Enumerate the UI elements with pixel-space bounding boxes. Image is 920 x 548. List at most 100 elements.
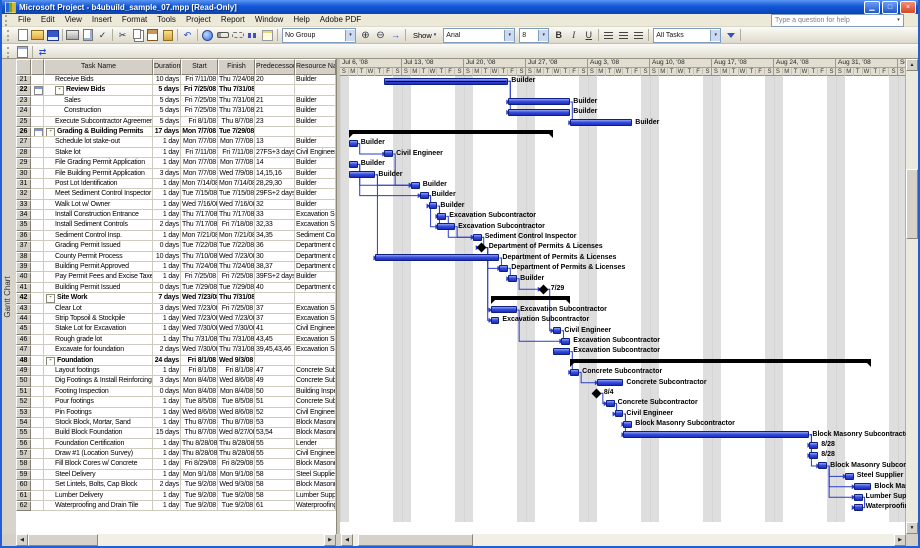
task-bar[interactable] [853, 483, 872, 491]
finish-cell[interactable]: Thu 7/24/08 [218, 262, 255, 273]
pred-cell[interactable]: 53,54 [255, 428, 295, 439]
finish-cell[interactable]: Mon 7/14/08 [218, 178, 255, 190]
task-bar[interactable] [508, 108, 571, 116]
resource-cell[interactable]: Builder [295, 137, 336, 148]
duration-cell[interactable]: 5 days [153, 85, 181, 96]
menu-help[interactable]: Help [288, 14, 314, 26]
column-header-predecessors[interactable]: Predecessors [255, 59, 295, 75]
resource-cell[interactable]: Excavation Subcontractor [295, 345, 336, 356]
pred-cell[interactable]: 43,45 [255, 334, 295, 346]
task-bar[interactable] [853, 493, 863, 501]
collapse-icon[interactable]: - [46, 356, 55, 365]
duration-cell[interactable]: 1 day [153, 313, 181, 325]
resource-cell[interactable]: Builder [295, 75, 336, 86]
pred-cell[interactable] [255, 85, 295, 96]
pred-cell[interactable]: 32 [255, 199, 295, 211]
resource-cell[interactable]: Excavation Subcontractor [295, 334, 336, 346]
finish-cell[interactable]: Wed 7/30/08 [218, 324, 255, 335]
finish-cell[interactable]: Wed 9/3/08 [218, 355, 255, 366]
finish-cell[interactable]: Thu 8/7/08 [218, 417, 255, 429]
resource-cell[interactable]: Excavation Subcontractor [295, 313, 336, 325]
task-bar[interactable] [570, 119, 633, 127]
finish-cell[interactable]: Mon 7/7/08 [218, 158, 255, 169]
pred-cell[interactable]: 39FS+2 days [255, 272, 295, 283]
finish-cell[interactable]: Thu 7/31/08 [218, 334, 255, 346]
column-header-start[interactable]: Start [181, 59, 218, 75]
pred-cell[interactable]: 33 [255, 210, 295, 221]
pred-cell[interactable]: 30 [255, 251, 295, 263]
pred-cell[interactable]: 13 [255, 137, 295, 148]
row-number[interactable]: 26 [16, 126, 31, 138]
row-number[interactable]: 50 [16, 376, 31, 387]
table-row[interactable]: 22- Review Bids 5 days Fri 7/25/08 Thu 7/31/… [16, 85, 336, 96]
start-cell[interactable]: Tue 8/5/08 [181, 397, 218, 408]
row-number[interactable]: 53 [16, 407, 31, 418]
start-cell[interactable]: Tue 7/29/08 [181, 282, 218, 294]
finish-cell[interactable]: Thu 7/24/08 [218, 75, 255, 86]
resource-cell[interactable]: Concrete Subcontractor [295, 397, 336, 408]
table-row[interactable]: 34 Install Construction Entrance 1 day Thu … [16, 210, 336, 221]
resource-cell[interactable]: Builder [295, 116, 336, 127]
task-name-cell[interactable]: Install Sediment Controls [44, 220, 153, 231]
finish-cell[interactable]: Thu 7/31/08 [218, 106, 255, 117]
link-tasks-icon[interactable] [215, 28, 230, 42]
duration-cell[interactable]: 5 days [153, 116, 181, 127]
row-number[interactable]: 46 [16, 334, 31, 346]
table-row[interactable]: 54 Stock Block, Mortar, Sand 1 day Thu 8/7/… [16, 417, 336, 429]
task-name-cell[interactable]: Install Construction Entrance [44, 210, 153, 221]
duration-cell[interactable]: 5 days [153, 106, 181, 117]
row-number[interactable]: 55 [16, 428, 31, 439]
pred-cell[interactable]: 58 [255, 480, 295, 491]
duration-cell[interactable]: 1 day [153, 210, 181, 221]
row-number[interactable]: 36 [16, 230, 31, 242]
finish-cell[interactable]: Thu 7/31/08 [218, 95, 255, 107]
toolbar-drag-handle[interactable] [7, 46, 12, 58]
start-cell[interactable]: Tue 7/15/08 [181, 189, 218, 200]
finish-cell[interactable]: Thu 8/28/08 [218, 449, 255, 460]
task-name-cell[interactable]: Receive Bids [44, 75, 153, 86]
finish-cell[interactable]: Wed 7/9/08 [218, 168, 255, 179]
finish-cell[interactable]: Tue 9/2/08 [218, 501, 255, 512]
pred-cell[interactable]: 37 [255, 313, 295, 325]
row-number[interactable]: 61 [16, 490, 31, 502]
table-row[interactable]: 57 Draw #1 (Location Survey) 1 day Thu 8/28… [16, 449, 336, 460]
task-name-cell[interactable]: File Building Permit Application [44, 168, 153, 179]
title-bar[interactable]: Microsoft Project - b4ubuild_sample_07.m… [2, 0, 918, 14]
pred-cell[interactable] [255, 355, 295, 366]
pred-cell[interactable]: 29FS+2 days [255, 189, 295, 200]
start-cell[interactable]: Wed 7/23/08 [181, 293, 218, 304]
pred-cell[interactable]: 36 [255, 241, 295, 252]
row-number[interactable]: 35 [16, 220, 31, 231]
start-cell[interactable]: Fri 8/1/08 [181, 355, 218, 366]
task-bar[interactable] [348, 160, 358, 168]
pred-cell[interactable]: 58 [255, 490, 295, 502]
finish-cell[interactable]: Fri 7/25/08 [218, 303, 255, 314]
task-name-cell[interactable]: - Review Bids [44, 85, 153, 96]
vertical-scroll-thumb[interactable] [906, 169, 918, 239]
table-horizontal-scrollbar[interactable]: ◀ ▶ [16, 534, 336, 546]
hyperlink-icon[interactable] [200, 28, 215, 42]
row-number[interactable]: 22 [16, 85, 31, 96]
duration-cell[interactable]: 24 days [153, 355, 181, 366]
timescale-week[interactable]: Aug 24, '08 S M T W T F S [774, 59, 836, 76]
toolbar-drag-handle[interactable] [5, 14, 10, 26]
start-cell[interactable]: Fri 7/25/08 [181, 272, 218, 283]
duration-cell[interactable]: 2 days [153, 480, 181, 491]
table-scroll-thumb[interactable] [28, 534, 98, 546]
table-row[interactable]: 43 Clear Lot 3 days Wed 7/23/08 Fri 7/25/08 3… [16, 303, 336, 314]
underline-icon[interactable]: U [581, 28, 596, 42]
menu-report[interactable]: Report [216, 14, 250, 26]
finish-cell[interactable]: Thu 7/31/08 [218, 293, 255, 304]
start-cell[interactable]: Mon 7/7/08 [181, 158, 218, 169]
start-cell[interactable]: Mon 9/1/08 [181, 469, 218, 481]
duration-cell[interactable]: 0 days [153, 386, 181, 398]
start-cell[interactable]: Mon 7/21/08 [181, 230, 218, 242]
task-name-cell[interactable]: - Site Work [44, 293, 153, 304]
duration-cell[interactable]: 1 day [153, 449, 181, 460]
finish-cell[interactable]: Mon 8/4/08 [218, 386, 255, 398]
row-number[interactable]: 54 [16, 417, 31, 429]
duration-cell[interactable]: 2 days [153, 345, 181, 356]
resource-cell[interactable] [295, 293, 336, 304]
resource-cell[interactable]: Lumber Supplier [295, 490, 336, 502]
start-cell[interactable]: Mon 8/4/08 [181, 386, 218, 398]
